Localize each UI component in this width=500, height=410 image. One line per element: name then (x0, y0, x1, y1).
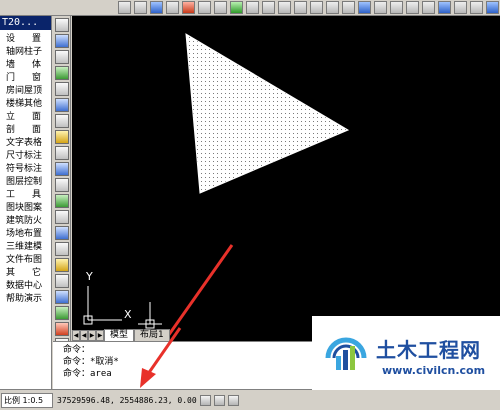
watermark-url: www.civilcn.com (382, 364, 486, 377)
grid-icon[interactable] (213, 394, 225, 406)
status-bar: 比例 1:0.5 37529596.48, 2554886.23, 0.00 (0, 389, 500, 410)
ortho-icon[interactable] (227, 394, 239, 406)
arrow-head (140, 368, 156, 388)
snap-icon[interactable] (199, 394, 211, 406)
civilcn-logo-icon (325, 337, 367, 370)
coordinate-readout: 37529596.48, 2554886.23, 0.00 (57, 395, 197, 405)
scale-select[interactable]: 比例 1:0.5 (1, 392, 53, 408)
watermark-title: 土木工程网 (376, 338, 481, 362)
site-watermark: 土木工程网 www.civilcn.com (312, 316, 500, 390)
